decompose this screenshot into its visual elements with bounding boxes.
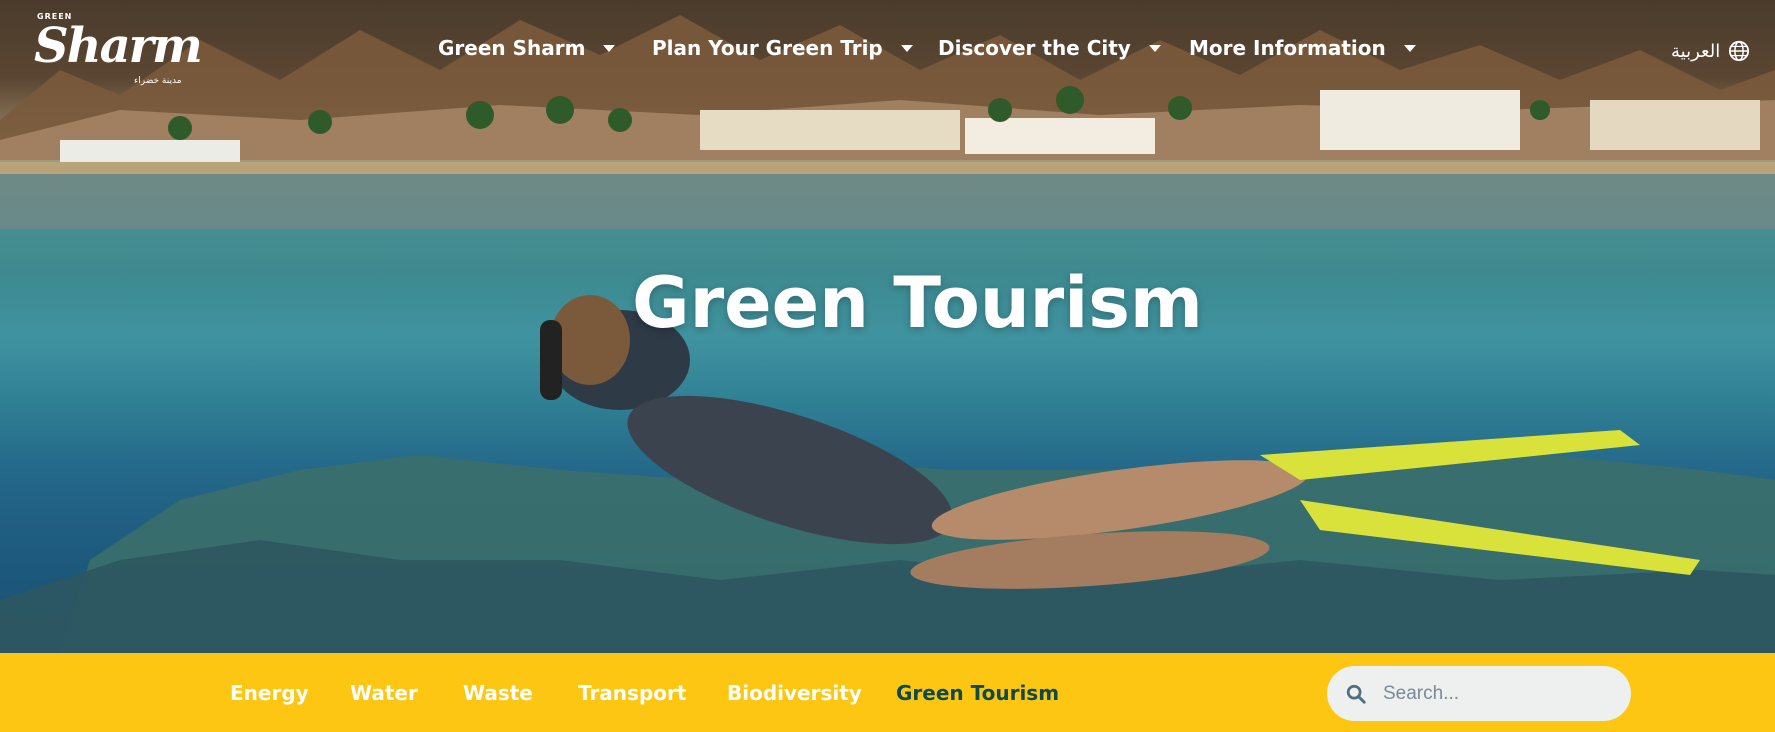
search-icon — [1346, 684, 1366, 704]
subnav-item-biodiversity[interactable]: Biodiversity — [727, 681, 862, 705]
chevron-down-icon — [900, 44, 913, 52]
nav-item-more-information[interactable]: More Information — [1189, 36, 1416, 60]
chevron-down-icon — [1148, 44, 1161, 52]
subnav-item-water[interactable]: Water — [350, 681, 418, 705]
page-title: Green Tourism — [632, 262, 1203, 344]
nav-item-green-sharm[interactable]: Green Sharm — [438, 36, 616, 60]
nav-item-label: Plan Your Green Trip — [652, 36, 883, 60]
nav-item-label: Discover the City — [938, 36, 1131, 60]
subnav-item-energy[interactable]: Energy — [230, 681, 309, 705]
logo-subtitle: مدينة خضراء — [134, 76, 182, 86]
search-box[interactable] — [1327, 666, 1631, 721]
subnav-item-waste[interactable]: Waste — [463, 681, 533, 705]
hero-banner: GREEN Sharm مدينة خضراء Green Sharm Plan… — [0, 0, 1775, 653]
language-switcher[interactable]: العربية — [1671, 40, 1750, 62]
nav-item-plan-your-green-trip[interactable]: Plan Your Green Trip — [652, 36, 913, 60]
chevron-down-icon — [603, 44, 616, 52]
subnav-item-transport[interactable]: Transport — [578, 681, 686, 705]
main-nav: Green Sharm Plan Your Green Trip Discove… — [0, 30, 1775, 66]
chevron-down-icon — [1403, 44, 1416, 52]
language-label: العربية — [1671, 40, 1721, 62]
nav-item-label: Green Sharm — [438, 36, 586, 60]
subnav-item-green-tourism[interactable]: Green Tourism — [896, 681, 1059, 705]
globe-icon — [1729, 40, 1750, 62]
search-input[interactable] — [1383, 682, 1603, 705]
nav-item-discover-the-city[interactable]: Discover the City — [938, 36, 1161, 60]
nav-item-label: More Information — [1189, 36, 1386, 60]
